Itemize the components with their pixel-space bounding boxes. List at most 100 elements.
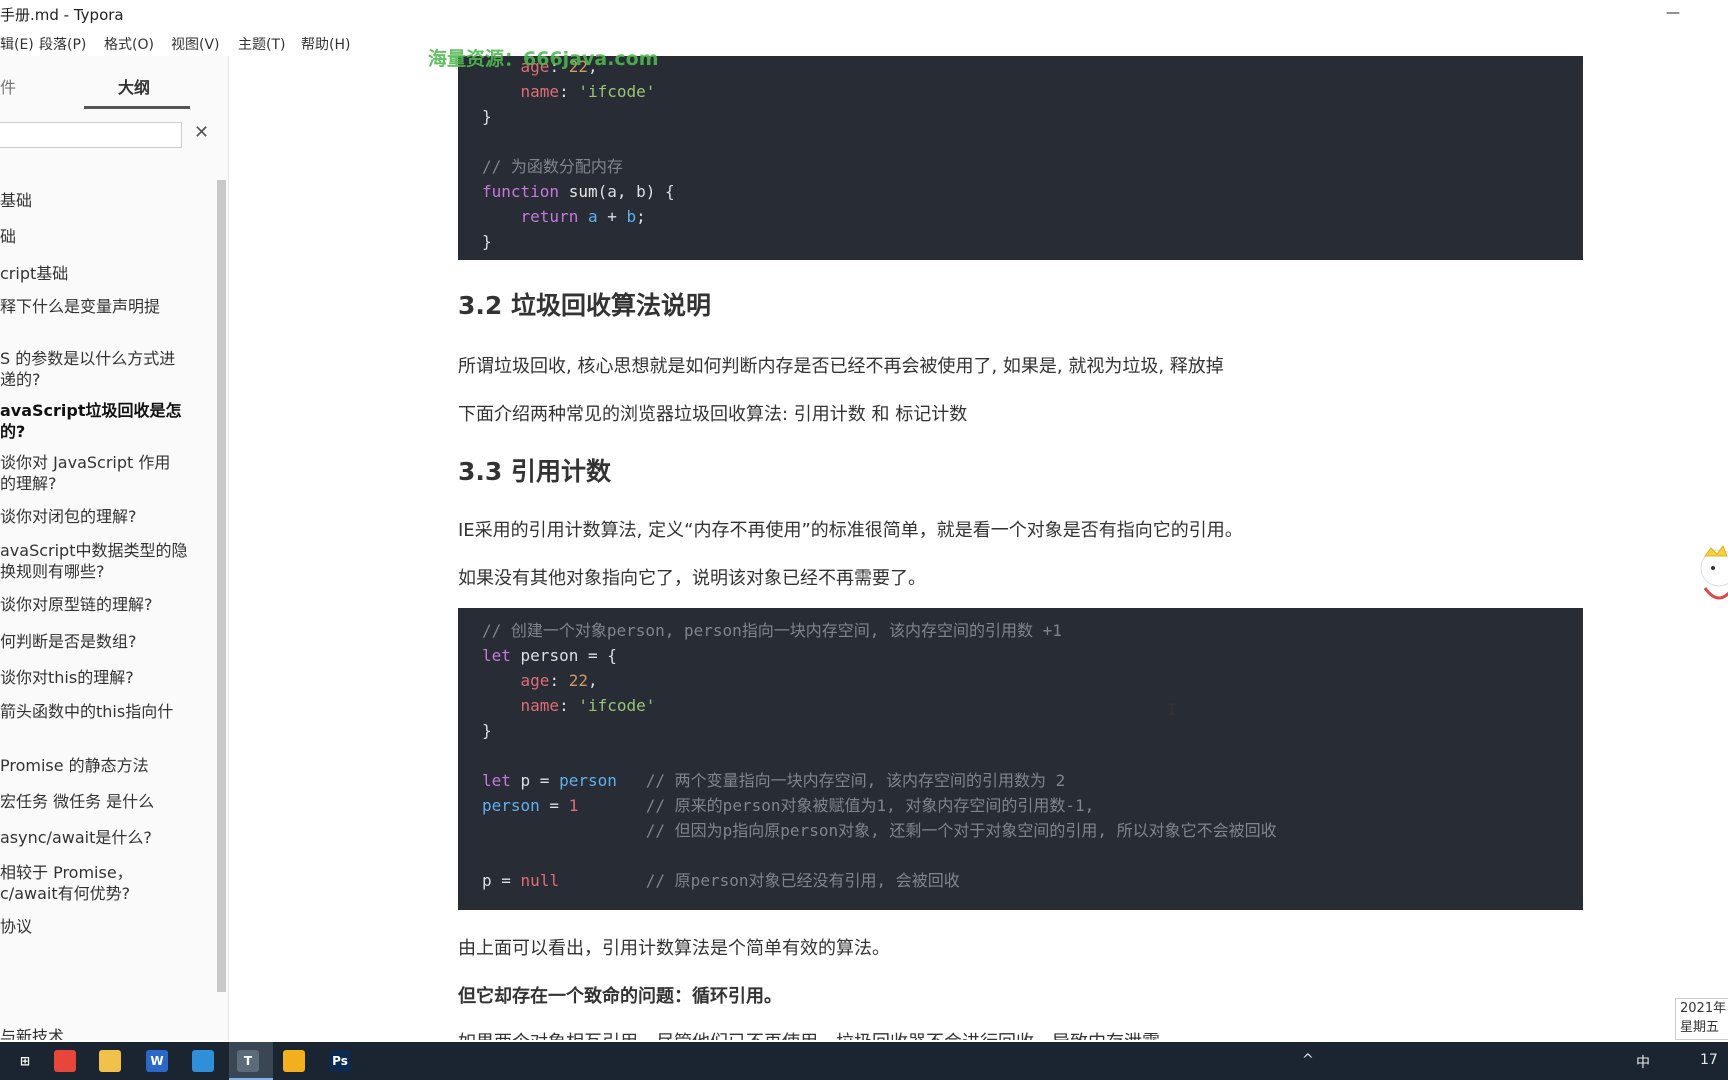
outline-item[interactable]: 何判断是否是数组? — [0, 631, 200, 652]
code-token: a — [587, 207, 598, 226]
outline-item-text: 谈你对this的理解? — [0, 668, 134, 687]
mascot-icon — [1700, 544, 1728, 600]
paragraph: 所谓垃圾回收, 核心思想就是如何判断内存是否已经不再会被使用了, 如果是, 就视… — [458, 356, 1224, 377]
menu-item[interactable]: 视图(V) — [171, 34, 220, 54]
outline-item[interactable]: 宏任务 微任务 是什么 — [0, 791, 200, 812]
outline-item[interactable]: 协议 — [0, 916, 200, 937]
code-line: let p = person // 两个变量指向一块内存空间, 该内存空间的引用… — [482, 768, 1065, 793]
paragraph-bold: 但它却存在一个致命的问题：循环引用。 — [458, 986, 782, 1007]
outline-item[interactable]: 箭头函数中的this指向什 — [0, 701, 200, 722]
outline-item[interactable]: Promise 的静态方法 — [0, 755, 200, 776]
file-explorer-icon[interactable] — [99, 1050, 121, 1072]
outline-item[interactable]: 谈你对闭包的理解? — [0, 506, 200, 527]
outline-item[interactable]: 释下什么是变量声明提 — [0, 296, 200, 317]
outline-item-text: 换规则有哪些? — [0, 562, 105, 581]
weather-icon[interactable] — [283, 1050, 305, 1072]
outline-item[interactable]: async/await是什么? — [0, 827, 200, 848]
outline-item[interactable]: 与新技术 — [0, 1026, 200, 1040]
tab-outline[interactable]: 大纲 — [118, 74, 150, 98]
typora-icon[interactable]: T — [237, 1050, 259, 1072]
outline-item-text: 谈你对闭包的理解? — [0, 507, 137, 526]
outline-item[interactable]: 相较于 Promise， c/await有何优势? — [0, 862, 200, 904]
code-token: = — [539, 796, 569, 815]
outline-item-text: Promise 的静态方法 — [0, 756, 149, 775]
code-token: null — [520, 871, 560, 890]
tray-item[interactable]: 17 — [1700, 1052, 1718, 1068]
menu-item[interactable]: 帮助(H) — [301, 34, 350, 54]
outline-item[interactable]: avaScript垃圾回收是怎 的? — [0, 400, 200, 442]
sidebar-scrollbar[interactable] — [217, 180, 226, 992]
code-line: p = null // 原person对象已经没有引用, 会被回收 — [482, 868, 960, 893]
taskbar: ⊞ W T Ps ^ 中 17 — [0, 1042, 1728, 1080]
outline-item-text: 协议 — [0, 917, 33, 936]
code-token: , — [587, 671, 598, 690]
code-token: person — [482, 796, 540, 815]
outline-item[interactable]: S 的参数是以什么方式进 递的? — [0, 348, 200, 390]
outline-item-text: S 的参数是以什么方式进 — [0, 349, 176, 368]
code-token: b — [626, 207, 637, 226]
outline-item-text: avaScript垃圾回收是怎 — [0, 401, 182, 420]
outline-search-input[interactable] — [0, 122, 182, 148]
outline-item-text: cript基础 — [0, 264, 69, 283]
code-token: function — [482, 182, 560, 201]
word-icon[interactable]: W — [146, 1050, 168, 1072]
outline-item[interactable]: 谈你对原型链的理解? — [0, 594, 200, 615]
code-token: let — [482, 771, 511, 790]
tray-item[interactable]: 中 — [1636, 1052, 1650, 1072]
code-token: : — [559, 696, 579, 715]
code-line: return a + b; — [482, 204, 646, 229]
menu-item[interactable]: 主题(T) — [238, 34, 285, 54]
outline-item-text: 基础 — [0, 191, 33, 210]
outline-item[interactable]: 基础 — [0, 190, 200, 211]
code-block[interactable]: // 创建一个对象person, person指向一块内存空间, 该内存空间的引… — [458, 608, 1583, 910]
outline-item-text: 相较于 Promise， — [0, 863, 133, 882]
outline-item[interactable]: cript基础 — [0, 263, 200, 284]
heading-3-3: 3.3 引用计数 — [458, 457, 611, 486]
editor-area[interactable]: age: 22, name: 'ifcode'} // 为函数分配内存 functi… — [229, 56, 1728, 1040]
close-icon[interactable]: ✕ — [194, 122, 209, 143]
code-line: // 创建一个对象person, person指向一块内存空间, 该内存空间的引… — [482, 618, 1062, 643]
outline-item-text: c/await有何优势? — [0, 884, 131, 903]
code-line: } — [482, 104, 492, 129]
text-cursor-icon: I — [1167, 700, 1177, 719]
vscode-icon[interactable] — [192, 1050, 214, 1072]
outline-item-text: 础 — [0, 227, 17, 246]
tab-files[interactable]: 件 — [0, 74, 16, 98]
outline-item[interactable]: 谈你对 JavaScript 作用 的理解? — [0, 452, 200, 494]
photoshop-icon[interactable]: Ps — [329, 1050, 351, 1072]
paragraph: IE采用的引用计数算法, 定义“内存不再使用”的标准很简单，就是看一个对象是否有… — [458, 520, 1243, 541]
paragraph: 如果两个对象相互引用，尽管他们已不再使用，垃圾回收器不会进行回收，导致内存泄露 — [458, 1028, 1160, 1040]
outline-item[interactable]: 谈你对this的理解? — [0, 667, 200, 688]
code-line: } — [482, 229, 492, 254]
tray-item[interactable]: ^ — [1302, 1052, 1314, 1068]
menu-item[interactable]: 辑(E) — [0, 34, 34, 54]
menu-item[interactable]: 格式(O) — [104, 34, 154, 54]
outline-item-text: async/await是什么? — [0, 828, 152, 847]
outline-item-text: 的理解? — [0, 474, 57, 493]
menu-item[interactable]: 段落(P) — [39, 34, 86, 54]
outline-item[interactable]: avaScript中数据类型的隐 换规则有哪些? — [0, 540, 200, 582]
outline-item-text: 的? — [0, 422, 26, 441]
code-token: // 为函数分配内存 — [482, 157, 623, 176]
code-token: // 原person对象已经没有引用, 会被回收 — [645, 871, 960, 890]
code-token: 'ifcode' — [578, 82, 656, 101]
chrome-icon[interactable] — [54, 1050, 76, 1072]
outline-item-text: 与新技术 — [0, 1027, 65, 1040]
watermark: 海量资源：666java.com — [428, 48, 659, 70]
code-block[interactable]: age: 22, name: 'ifcode'}// 为函数分配内存 functi… — [458, 56, 1583, 260]
code-token: } — [482, 107, 492, 126]
code-line: function sum(a, b) { — [482, 179, 675, 204]
outline-item-text: 谈你对 JavaScript 作用 — [0, 453, 171, 472]
minimize-icon[interactable]: — — [1650, 0, 1696, 28]
code-token: 22 — [568, 671, 588, 690]
outline-item-text: 何判断是否是数组? — [0, 632, 137, 651]
outline-item[interactable]: 础 — [0, 226, 200, 247]
code-token: // 创建一个对象person, person指向一块内存空间, 该内存空间的引… — [482, 621, 1062, 640]
start-icon[interactable]: ⊞ — [14, 1050, 36, 1072]
